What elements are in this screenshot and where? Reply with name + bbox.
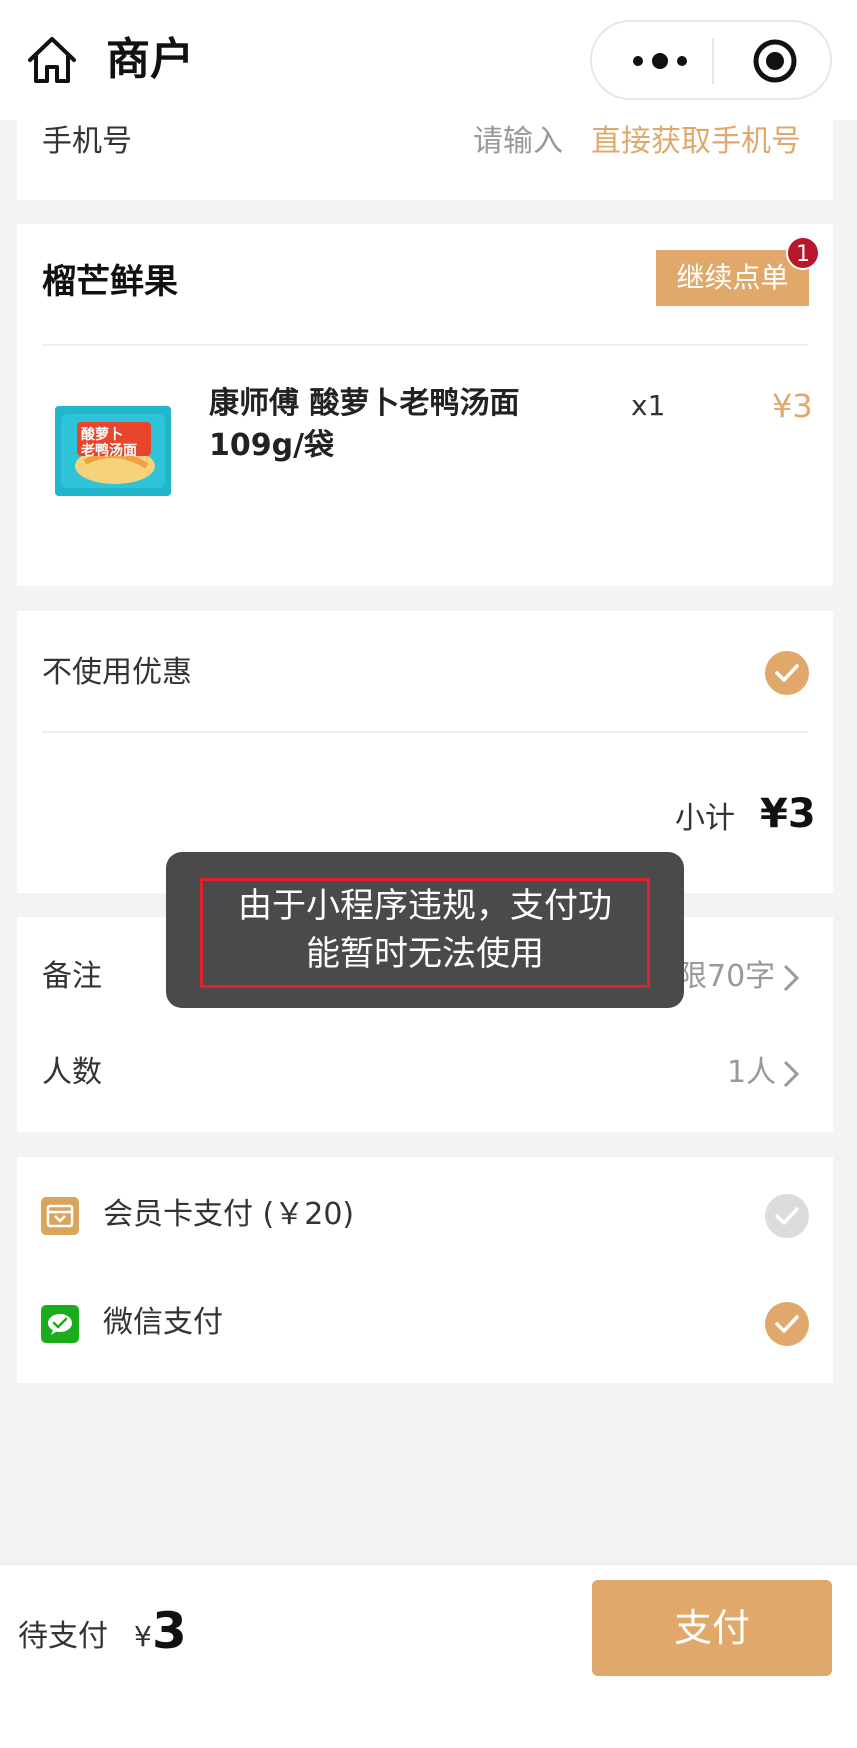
discount-divider [42,731,808,733]
top-nav-bar: 商户 [0,0,857,120]
toast-message-line2: 能暂时无法使用 [306,934,544,974]
phone-input[interactable]: 请输入 [473,122,563,162]
pending-amount: 3 [152,1602,187,1660]
order-divider [42,344,808,346]
wechat-pay-icon [41,1305,79,1343]
people-chevron-icon[interactable] [781,1059,801,1089]
phone-card: 手机号 请输入 直接获取手机号 [17,120,833,200]
mini-program-capsule [590,20,832,100]
target-circle-icon[interactable] [752,38,798,84]
product-name-line2: 109g/袋 [209,428,335,463]
remarks-label: 备注 [42,959,102,994]
more-dots-icon[interactable] [628,46,692,76]
subtotal-label: 小计 [675,801,735,836]
pending-currency: ¥ [134,1620,152,1653]
product-image: 酸萝卜 老鸭汤面 [55,406,171,496]
phone-label: 手机号 [42,124,132,159]
payment-methods-card: 会员卡支付 (￥20) 微信支付 [17,1157,833,1383]
pay-button[interactable]: 支付 [592,1580,832,1676]
toast-message-line1: 由于小程序违规，支付功 [238,886,612,926]
product-name-line1: 康师傅 酸萝卜老鸭汤面 [209,386,520,421]
product-price: ¥3 [772,387,813,425]
remarks-value[interactable]: 限70字 [677,957,775,997]
remarks-chevron-icon[interactable] [781,963,801,993]
subtotal-value: ¥3 [760,791,816,837]
payment-disabled-toast: 由于小程序违规，支付功 能暂时无法使用 [166,852,684,1008]
discount-card: 不使用优惠 小计 ¥3 [17,611,833,893]
page-title: 商户 [106,34,194,85]
no-discount-check-icon[interactable] [765,651,809,695]
wechat-pay-check-icon[interactable] [765,1302,809,1346]
member-card-icon [41,1197,79,1235]
people-count-value[interactable]: 1人 [727,1053,776,1093]
no-discount-label: 不使用优惠 [42,655,192,690]
capsule-divider [712,38,714,84]
store-name: 榴芒鲜果 [42,262,178,302]
pending-payment-label: 待支付 [18,1619,108,1654]
product-package-text-2: 老鸭汤面 [81,443,137,459]
member-card-pay-label: 会员卡支付 (￥20) [103,1197,355,1232]
wechat-pay-label: 微信支付 [103,1305,223,1340]
home-icon[interactable] [26,34,78,86]
product-quantity: x1 [631,389,666,422]
member-card-check-icon[interactable] [765,1194,809,1238]
cart-count-badge: 1 [786,236,820,270]
get-phone-link[interactable]: 直接获取手机号 [591,122,801,162]
people-count-label: 人数 [42,1055,102,1090]
